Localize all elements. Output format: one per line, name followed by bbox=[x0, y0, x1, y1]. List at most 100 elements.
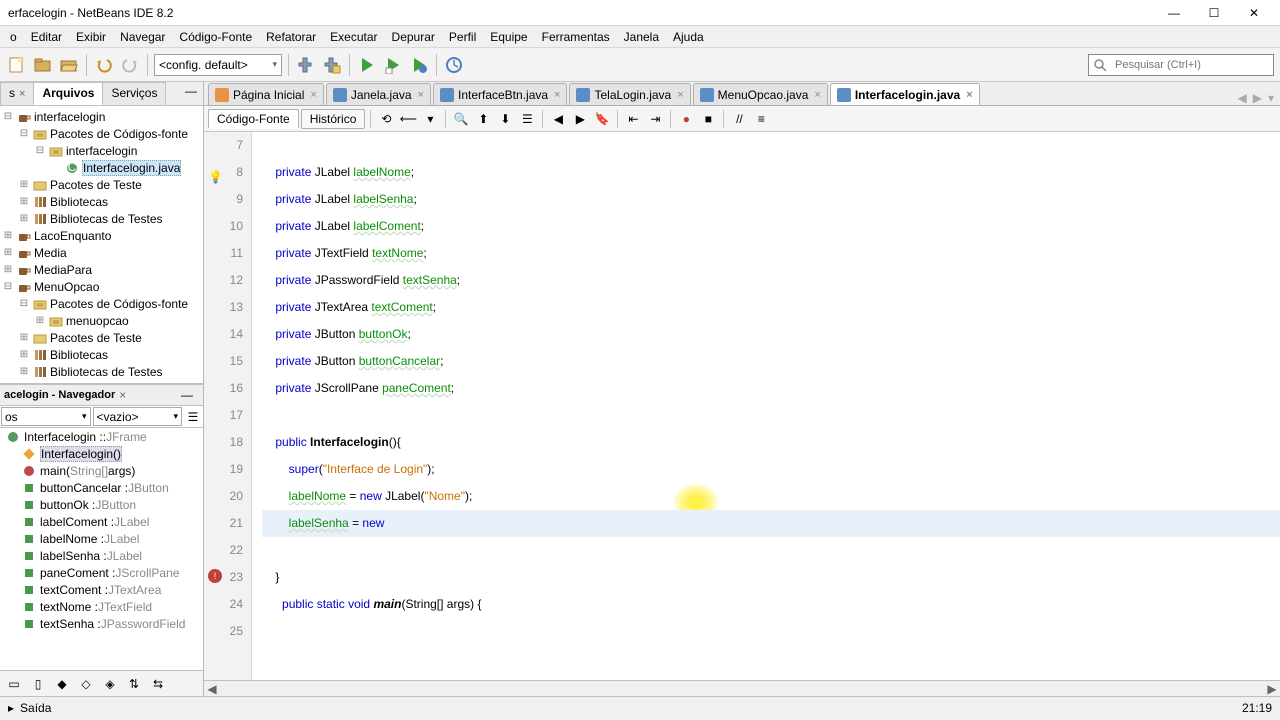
et-forward-icon[interactable]: ▾ bbox=[420, 109, 440, 129]
et-uncomment-icon[interactable]: ≡ bbox=[751, 109, 771, 129]
nav-inherited-icon[interactable]: ▯ bbox=[28, 674, 48, 694]
config-combo[interactable]: <config. default> bbox=[154, 54, 282, 76]
code-editor[interactable]: 7💡8910111213141516171819202122!232425 pr… bbox=[204, 132, 1280, 680]
navigator-item[interactable]: textSenha : JPasswordField bbox=[0, 615, 203, 632]
menu-equipe[interactable]: Equipe bbox=[484, 28, 533, 46]
file-tab[interactable]: Janela.java× bbox=[326, 83, 431, 105]
code-text[interactable]: private JLabel labelNome; private JLabel… bbox=[252, 132, 1280, 680]
navigator-minimize-icon[interactable]: — bbox=[175, 386, 199, 404]
tree-item[interactable]: ⊞menuopcao bbox=[0, 312, 203, 329]
tree-item[interactable]: ⊞Pacotes de Teste bbox=[0, 176, 203, 193]
project-tree[interactable]: ⊟interfacelogin ⊟Pacotes de Códigos-fonte… bbox=[0, 106, 203, 384]
tab-close-icon[interactable]: × bbox=[418, 89, 424, 101]
et-bm-prev-icon[interactable]: ◀ bbox=[548, 109, 568, 129]
search-input[interactable] bbox=[1111, 59, 1261, 71]
menu-editar[interactable]: Editar bbox=[25, 28, 68, 46]
menu-executar[interactable]: Executar bbox=[324, 28, 383, 46]
maximize-button[interactable]: ☐ bbox=[1204, 4, 1224, 22]
tree-item[interactable]: ⊞Bibliotecas de Testes bbox=[0, 210, 203, 227]
tree-item[interactable]: ⊟interfacelogin bbox=[0, 142, 203, 159]
nav-fields-icon[interactable]: ◆ bbox=[52, 674, 72, 694]
menu-código-fonte[interactable]: Código-Fonte bbox=[173, 28, 258, 46]
tab-arquivos[interactable]: Arquivos bbox=[33, 82, 103, 105]
file-tab[interactable]: MenuOpcao.java× bbox=[693, 83, 828, 105]
tab-next-icon[interactable]: ▶ bbox=[1253, 91, 1262, 105]
tree-item[interactable]: ⊞Bibliotecas bbox=[0, 193, 203, 210]
tree-item[interactable]: CInterfacelogin.java bbox=[0, 159, 203, 176]
tab-prev-icon[interactable]: ◀ bbox=[1238, 91, 1247, 105]
navigator-item[interactable]: buttonCancelar : JButton bbox=[0, 479, 203, 496]
tab-close-icon[interactable]: × bbox=[966, 89, 972, 101]
nav-static-icon[interactable]: ◇ bbox=[76, 674, 96, 694]
navigator-item[interactable]: labelSenha : JLabel bbox=[0, 547, 203, 564]
close-button[interactable]: ✕ bbox=[1244, 4, 1264, 22]
tree-item[interactable]: ⊟interfacelogin bbox=[0, 108, 203, 125]
menu-janela[interactable]: Janela bbox=[618, 28, 665, 46]
tab-servicos[interactable]: Serviços bbox=[102, 82, 166, 105]
nav-sort-icon[interactable]: ▭ bbox=[4, 674, 24, 694]
navigator-item[interactable]: textComent : JTextArea bbox=[0, 581, 203, 598]
tree-item[interactable]: ⊟Pacotes de Códigos-fonte bbox=[0, 295, 203, 312]
nav-nonpublic-icon[interactable]: ◈ bbox=[100, 674, 120, 694]
new-project-icon[interactable] bbox=[32, 54, 54, 76]
navigator-filter-2[interactable]: <vazio> bbox=[93, 407, 183, 426]
open-project-icon[interactable] bbox=[58, 54, 80, 76]
tab-close-icon[interactable]: × bbox=[814, 89, 820, 101]
menu-refatorar[interactable]: Refatorar bbox=[260, 28, 322, 46]
source-view-button[interactable]: Código-Fonte bbox=[208, 109, 299, 129]
tab-close-icon[interactable]: × bbox=[677, 89, 683, 101]
tree-item[interactable]: ⊞Bibliotecas de Testes bbox=[0, 363, 203, 380]
clean-build-icon[interactable] bbox=[321, 54, 343, 76]
navigator-filter-icon[interactable]: ☰ bbox=[183, 406, 203, 427]
navigator-close-icon[interactable]: × bbox=[119, 388, 126, 402]
navigator-item[interactable]: main(String[] args) bbox=[0, 462, 203, 479]
run-icon[interactable] bbox=[356, 54, 378, 76]
et-last-edit-icon[interactable]: ⟲ bbox=[376, 109, 396, 129]
file-tab[interactable]: Interfacelogin.java× bbox=[830, 83, 980, 105]
menu-navegar[interactable]: Navegar bbox=[114, 28, 171, 46]
et-comment-icon[interactable]: // bbox=[729, 109, 749, 129]
profile-icon[interactable] bbox=[408, 54, 430, 76]
navigator-item[interactable]: Interfacelogin() bbox=[0, 445, 203, 462]
navigator-item[interactable]: labelComent : JLabel bbox=[0, 513, 203, 530]
tab-close-icon[interactable]: × bbox=[310, 89, 316, 101]
profile-main-icon[interactable] bbox=[443, 54, 465, 76]
scroll-left-icon[interactable]: ◀ bbox=[204, 682, 220, 696]
et-find-sel-icon[interactable]: 🔍 bbox=[451, 109, 471, 129]
et-find-prev-icon[interactable]: ⬆ bbox=[473, 109, 493, 129]
redo-icon[interactable] bbox=[119, 54, 141, 76]
et-shift-left-icon[interactable]: ⇤ bbox=[623, 109, 643, 129]
et-shift-right-icon[interactable]: ⇥ bbox=[645, 109, 665, 129]
file-tab[interactable]: Página Inicial× bbox=[208, 83, 324, 105]
history-view-button[interactable]: Histórico bbox=[301, 109, 366, 129]
navigator-item[interactable]: labelNome : JLabel bbox=[0, 530, 203, 547]
et-back-icon[interactable]: ⟵ bbox=[398, 109, 418, 129]
tree-item[interactable]: ⊞MediaPara bbox=[0, 261, 203, 278]
navigator-item[interactable]: Interfacelogin :: JFrame bbox=[0, 428, 203, 445]
undo-icon[interactable] bbox=[93, 54, 115, 76]
navigator-tree[interactable]: Interfacelogin :: JFrameInterfacelogin()… bbox=[0, 428, 203, 670]
build-icon[interactable] bbox=[295, 54, 317, 76]
nav-alpha-icon[interactable]: ⇅ bbox=[124, 674, 144, 694]
et-bm-next-icon[interactable]: ▶ bbox=[570, 109, 590, 129]
navigator-item[interactable]: textNome : JTextField bbox=[0, 598, 203, 615]
navigator-item[interactable]: paneComent : JScrollPane bbox=[0, 564, 203, 581]
et-bm-toggle-icon[interactable]: 🔖 bbox=[592, 109, 612, 129]
output-tab-icon[interactable]: ▸ bbox=[8, 701, 14, 715]
horizontal-scrollbar[interactable]: ◀ ▶ bbox=[204, 680, 1280, 696]
scroll-right-icon[interactable]: ▶ bbox=[1264, 682, 1280, 696]
minimize-button[interactable]: — bbox=[1164, 4, 1184, 22]
menu-ferramentas[interactable]: Ferramentas bbox=[536, 28, 616, 46]
menu-perfil[interactable]: Perfil bbox=[443, 28, 482, 46]
tree-item[interactable]: ⊞Media bbox=[0, 244, 203, 261]
tree-item[interactable]: ⊞Bibliotecas bbox=[0, 346, 203, 363]
tree-item[interactable]: ⊟MenuOpcao bbox=[0, 278, 203, 295]
tree-item[interactable]: ⊞Pacotes de Teste bbox=[0, 329, 203, 346]
menu-exibir[interactable]: Exibir bbox=[70, 28, 112, 46]
menu-depurar[interactable]: Depurar bbox=[386, 28, 441, 46]
output-tab-label[interactable]: Saída bbox=[20, 701, 51, 715]
tab-list-icon[interactable]: ▾ bbox=[1268, 91, 1274, 105]
projects-tab-close[interactable]: s bbox=[0, 82, 34, 105]
navigator-filter-1[interactable]: os bbox=[1, 407, 91, 426]
et-highlight-icon[interactable]: ☰ bbox=[517, 109, 537, 129]
